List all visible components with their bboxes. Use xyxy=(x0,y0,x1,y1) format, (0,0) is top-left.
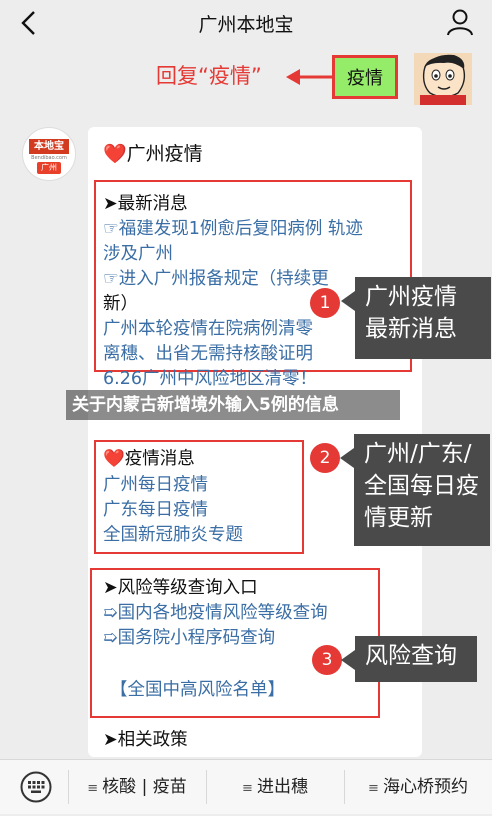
callout-daily-updates: 广州/广东/ 全国每日疫 情更新 xyxy=(340,434,490,546)
link-state-council-query[interactable]: ➯国务院小程序码查询 xyxy=(103,626,275,650)
link-national-covid[interactable]: 全国新冠肺炎专题 xyxy=(103,523,243,547)
news-link-fujian[interactable]: ☞福建发现1例愈后复阳病例 轨迹 xyxy=(103,217,363,241)
logo-site: Bendibao.com xyxy=(31,155,67,161)
user-avatar[interactable] xyxy=(414,53,472,105)
heart-icon: ❤️ xyxy=(103,143,127,165)
floating-news-banner[interactable]: 关于内蒙古新增境外输入5例的信息 xyxy=(66,390,400,420)
callout-1-line1: 广州疫情 xyxy=(365,284,457,310)
card-title-text: 广州疫情 xyxy=(126,143,203,165)
callout-2-line2: 全国每日疫 xyxy=(364,473,479,499)
menu-item-bridge-booking[interactable]: ≡ 海心桥预约 xyxy=(344,760,492,814)
bendibao-logo-avatar[interactable]: 本地宝 Bendibao.com 广州 xyxy=(22,127,76,181)
menu-list-icon: ≡ xyxy=(242,781,253,796)
callout-1-line2: 最新消息 xyxy=(365,316,457,342)
top-bar: 广州本地宝 xyxy=(0,0,492,46)
news-link-fujian-cont[interactable]: 涉及广州 xyxy=(103,242,173,266)
callout-2-line3: 情更新 xyxy=(364,505,433,531)
logo-brand: 本地宝 xyxy=(29,139,69,154)
section-policy-header: ➤相关政策 xyxy=(103,730,188,750)
news-link-risk-cleared[interactable]: 6.26广州中风险地区清零！ xyxy=(103,367,317,391)
heart-icon: ❤️ xyxy=(103,449,125,469)
keyword-message-bubble: 疫情 xyxy=(332,55,398,99)
link-guangzhou-daily[interactable]: 广州每日疫情 xyxy=(103,473,208,497)
callout-risk-query: 风险查询 xyxy=(341,636,477,682)
reply-hint-annotation: 回复“疫情” xyxy=(156,64,262,88)
link-guangdong-daily[interactable]: 广东每日疫情 xyxy=(103,498,208,522)
menu-list-icon: ≡ xyxy=(87,781,99,796)
news-link-report-cont: 新） xyxy=(103,294,138,314)
menu-item-bridge-booking-label: 海心桥预约 xyxy=(382,777,468,797)
callout-number-2: 2 xyxy=(310,443,340,473)
keyboard-icon[interactable] xyxy=(20,771,52,803)
menu-list-icon: ≡ xyxy=(368,781,379,796)
section-epidemic-header: ❤️疫情消息 xyxy=(103,447,195,471)
link-risk-level-query[interactable]: ➯国内各地疫情风险等级查询 xyxy=(103,601,328,625)
news-link-cleared[interactable]: 广州本轮疫情在院病例清零 xyxy=(103,317,313,341)
menu-item-travel[interactable]: ≡ 进出穗 xyxy=(206,760,344,814)
menu-item-travel-label: 进出穗 xyxy=(256,777,308,797)
callout-2-line1: 广州/广东/ xyxy=(364,441,472,467)
link-risk-list[interactable]: 【全国中高风险名单】 xyxy=(110,678,285,702)
left-arrow-icon xyxy=(286,69,332,85)
menu-item-test-vaccine[interactable]: ≡ 核酸 | 疫苗 xyxy=(68,760,206,814)
section-epidemic-header-text: 疫情消息 xyxy=(124,449,195,469)
callout-3-line1: 风险查询 xyxy=(365,643,457,669)
callout-latest-news: 广州疫情 最新消息 xyxy=(341,277,491,359)
section-risk-header: ➤风险等级查询入口 xyxy=(103,578,258,598)
menu-item-test-vaccine-label: 核酸 | 疫苗 xyxy=(102,777,187,797)
news-link-no-test[interactable]: 离穗、出省无需持核酸证明 xyxy=(103,342,313,366)
card-title: ❤️广州疫情 xyxy=(103,139,203,166)
callout-number-1: 1 xyxy=(310,288,340,318)
page-title: 广州本地宝 xyxy=(198,14,294,36)
callout-number-3: 3 xyxy=(312,645,342,675)
logo-city: 广州 xyxy=(37,162,61,174)
user-profile-icon[interactable] xyxy=(446,8,474,36)
keyword-text: 疫情 xyxy=(347,68,383,89)
bottom-menu-bar: ≡ 核酸 | 疫苗 ≡ 进出穗 ≡ 海心桥预约 xyxy=(0,759,492,814)
section-latest-header: ➤最新消息 xyxy=(103,194,188,214)
news-link-guangzhou-report[interactable]: ☞进入广州报备规定（持续更 xyxy=(103,267,329,291)
